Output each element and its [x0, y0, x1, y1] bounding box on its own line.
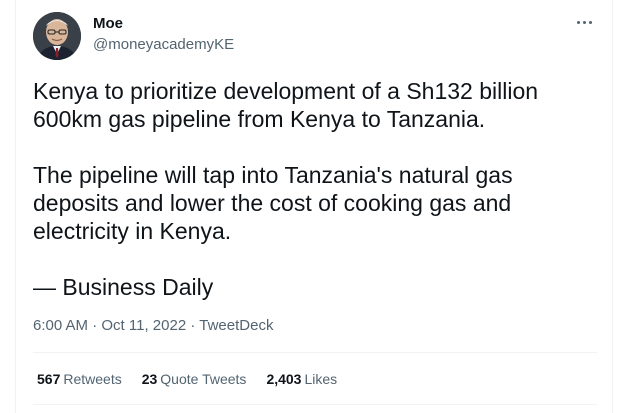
tweet-attribution: — Business Daily: [33, 274, 214, 300]
tweet-stats: 567 Retweets 23 Quote Tweets 2,403 Likes: [37, 371, 337, 388]
quote-tweets-stat[interactable]: 23 Quote Tweets: [142, 371, 247, 388]
avatar-image: [33, 12, 81, 60]
tweet-time[interactable]: 6:00 AM: [33, 317, 88, 334]
more-dot: [576, 20, 580, 24]
author-handle[interactable]: @moneyacademyKE: [93, 36, 234, 54]
avatar[interactable]: [33, 12, 81, 60]
retweets-count: 567: [37, 371, 61, 387]
divider: [33, 352, 597, 353]
quote-tweets-label: Quote Tweets: [160, 371, 247, 387]
tweet-header: Moe @moneyacademyKE: [16, 0, 612, 64]
tweet-paragraph: Kenya to prioritize development of a Sh1…: [33, 78, 539, 132]
more-dot: [588, 20, 592, 24]
meta-separator: ·: [92, 317, 102, 334]
divider: [33, 404, 597, 405]
tweet-text: Kenya to prioritize development of a Sh1…: [33, 77, 603, 301]
likes-count: 2,403: [266, 371, 302, 387]
quote-tweets-count: 23: [141, 371, 158, 387]
author-display-name[interactable]: Moe: [93, 15, 123, 33]
retweets-stat[interactable]: 567 Retweets: [37, 371, 122, 388]
likes-label: Likes: [304, 371, 338, 387]
tweet-meta: 6:00 AM · Oct 11, 2022 · TweetDeck: [33, 317, 273, 335]
tweet-card: Moe @moneyacademyKE Kenya to prioritize …: [15, 0, 613, 413]
likes-stat[interactable]: 2,403 Likes: [266, 371, 337, 388]
tweet-paragraph: The pipeline will tap into Tanzania's na…: [33, 162, 513, 244]
more-dot: [582, 20, 586, 24]
more-options-icon[interactable]: [570, 12, 598, 32]
retweets-label: Retweets: [63, 371, 122, 387]
tweet-source[interactable]: TweetDeck: [199, 317, 273, 334]
tweet-date[interactable]: Oct 11, 2022: [101, 317, 186, 334]
meta-separator: ·: [190, 317, 200, 334]
